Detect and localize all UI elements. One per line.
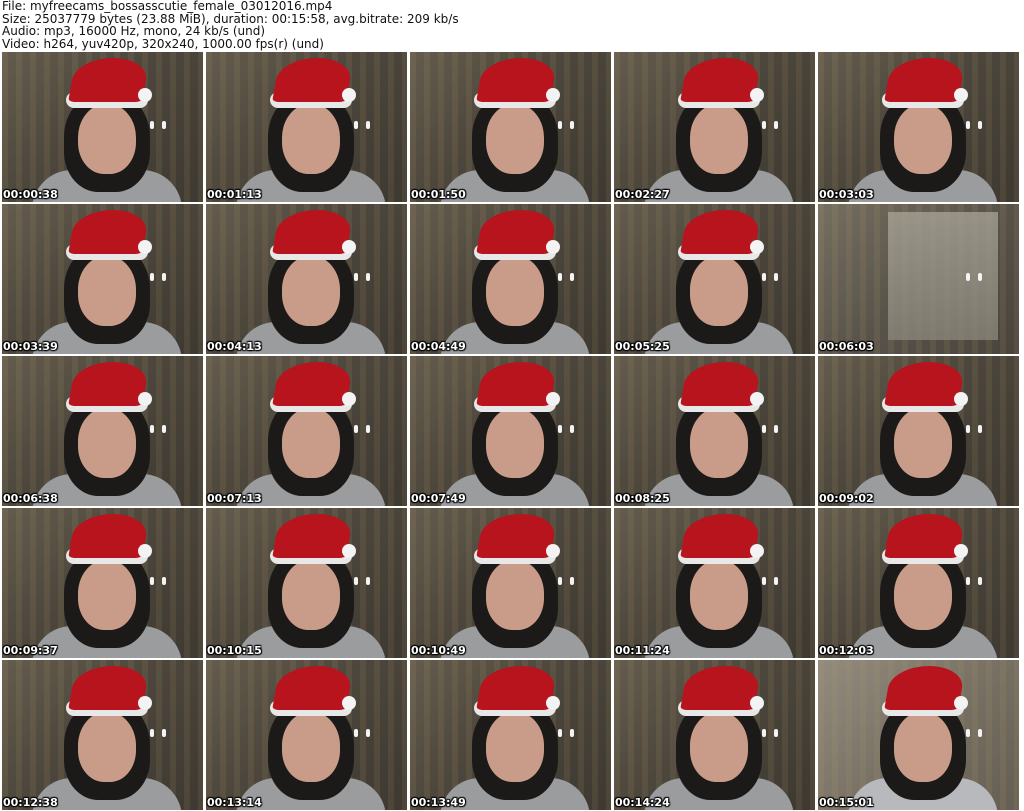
thumbnail-timestamp: 00:06:03 <box>819 340 874 353</box>
thumbnail: 00:07:13 <box>206 356 407 506</box>
thumbnail-timestamp: 00:12:38 <box>3 796 58 809</box>
thumbnail-timestamp: 00:11:24 <box>615 644 670 657</box>
thumbnail-timestamp: 00:05:25 <box>615 340 670 353</box>
thumbnail-timestamp: 00:15:01 <box>819 796 874 809</box>
thumbnail-timestamp: 00:10:15 <box>207 644 262 657</box>
thumbnail: 00:08:25 <box>614 356 815 506</box>
thumbnail-timestamp: 00:03:03 <box>819 188 874 201</box>
thumbnail-timestamp: 00:09:37 <box>3 644 58 657</box>
thumbnail-timestamp: 00:14:24 <box>615 796 670 809</box>
thumbnail: 00:04:49 <box>410 204 611 354</box>
thumbnail-timestamp: 00:10:49 <box>411 644 466 657</box>
thumbnail: 00:01:13 <box>206 52 407 202</box>
thumbnail: 00:00:38 <box>2 52 203 202</box>
thumbnail: 00:03:03 <box>818 52 1019 202</box>
thumbnail-timestamp: 00:04:49 <box>411 340 466 353</box>
thumbnail-timestamp: 00:06:38 <box>3 492 58 505</box>
thumbnail-grid: 00:00:38 00:01:13 00:01:50 00:02:27 00:0… <box>2 52 1022 810</box>
thumbnail: 00:13:14 <box>206 660 407 810</box>
video-info-line: Video: h264, yuv420p, 320x240, 1000.00 f… <box>2 36 324 51</box>
file-name-line: File: myfreecams_bossasscutie_female_030… <box>2 0 333 13</box>
thumbnail-timestamp: 00:12:03 <box>819 644 874 657</box>
thumbnail-timestamp: 00:04:13 <box>207 340 262 353</box>
thumbnail: 00:10:49 <box>410 508 611 658</box>
thumbnail-timestamp: 00:02:27 <box>615 188 670 201</box>
file-info-header: File: myfreecams_bossasscutie_female_030… <box>2 0 1022 50</box>
thumbnail: 00:03:39 <box>2 204 203 354</box>
thumbnail: 00:04:13 <box>206 204 407 354</box>
thumbnail-timestamp: 00:07:13 <box>207 492 262 505</box>
thumbnail: 00:09:37 <box>2 508 203 658</box>
thumbnail-timestamp: 00:01:50 <box>411 188 466 201</box>
thumbnail: 00:13:49 <box>410 660 611 810</box>
thumbnail: 00:14:24 <box>614 660 815 810</box>
thumbnail-timestamp: 00:13:14 <box>207 796 262 809</box>
thumbnail: 00:09:02 <box>818 356 1019 506</box>
thumbnail: 00:01:50 <box>410 52 611 202</box>
thumbnail-timestamp: 00:01:13 <box>207 188 262 201</box>
thumbnail-timestamp: 00:13:49 <box>411 796 466 809</box>
thumbnail-timestamp: 00:07:49 <box>411 492 466 505</box>
audio-info-line: Audio: mp3, 16000 Hz, mono, 24 kb/s (und… <box>2 24 266 38</box>
thumbnail: 00:05:25 <box>614 204 815 354</box>
thumbnail: 00:06:03 <box>818 204 1019 354</box>
thumbnail: 00:10:15 <box>206 508 407 658</box>
thumbnail: 00:07:49 <box>410 356 611 506</box>
thumbnail: 00:12:03 <box>818 508 1019 658</box>
thumbnail: 00:12:38 <box>2 660 203 810</box>
thumbnail: 00:11:24 <box>614 508 815 658</box>
thumbnail: 00:15:01 <box>818 660 1019 810</box>
thumbnail-timestamp: 00:09:02 <box>819 492 874 505</box>
thumbnail: 00:06:38 <box>2 356 203 506</box>
thumbnail-timestamp: 00:00:38 <box>3 188 58 201</box>
thumbnail-timestamp: 00:08:25 <box>615 492 670 505</box>
thumbnail-timestamp: 00:03:39 <box>3 340 58 353</box>
thumbnail: 00:02:27 <box>614 52 815 202</box>
